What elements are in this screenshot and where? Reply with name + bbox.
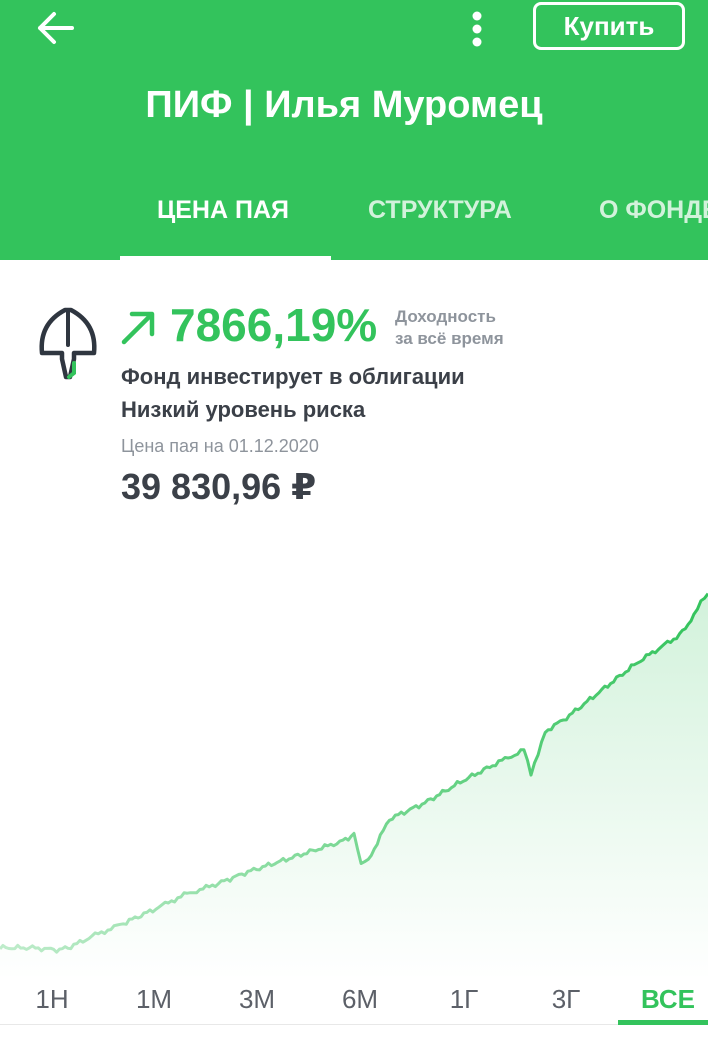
price-date: Цена пая на 01.12.2020 — [121, 436, 319, 456]
active-tab-indicator — [120, 256, 331, 260]
yield-label: Доходность за всё время — [395, 306, 504, 350]
period-6m[interactable]: 6М — [320, 984, 400, 1015]
period-all[interactable]: ВСЕ — [628, 984, 708, 1015]
tab-about[interactable]: О ФОНДЕ — [599, 196, 708, 260]
fund-description: Фонд инвестирует в облигации — [121, 364, 465, 389]
helmet-icon — [36, 307, 102, 381]
buy-button[interactable]: Купить — [533, 2, 685, 50]
page-title: ПИФ | Илья Муромец — [145, 84, 543, 126]
period-1m[interactable]: 1М — [114, 984, 194, 1015]
price-value: 39 830,96 ₽ — [121, 466, 317, 507]
tab-price[interactable]: ЦЕНА ПАЯ — [157, 196, 289, 260]
period-1y[interactable]: 1Г — [424, 984, 504, 1015]
period-3y[interactable]: 3Г — [526, 984, 606, 1015]
more-menu-button[interactable] — [458, 4, 496, 50]
more-vertical-icon — [472, 11, 482, 47]
back-button[interactable] — [30, 6, 86, 50]
risk-level: Низкий уровень риска — [121, 397, 366, 422]
yield-label-line-1: Доходность — [395, 307, 496, 326]
arrow-up-right-icon — [118, 306, 160, 348]
price-chart[interactable] — [0, 520, 708, 980]
tab-structure[interactable]: СТРУКТУРА — [368, 196, 512, 260]
period-1w[interactable]: 1Н — [12, 984, 92, 1015]
yield-label-line-2: за всё время — [395, 329, 504, 348]
app-header: Купить ПИФ | Илья Муромец ЦЕНА ПАЯ СТРУК… — [0, 0, 708, 260]
chart-area — [0, 593, 708, 980]
active-period-indicator — [618, 1020, 708, 1025]
yield-value: 7866,19% — [170, 299, 378, 351]
arrow-left-icon — [38, 12, 74, 44]
period-3m[interactable]: 3М — [217, 984, 297, 1015]
